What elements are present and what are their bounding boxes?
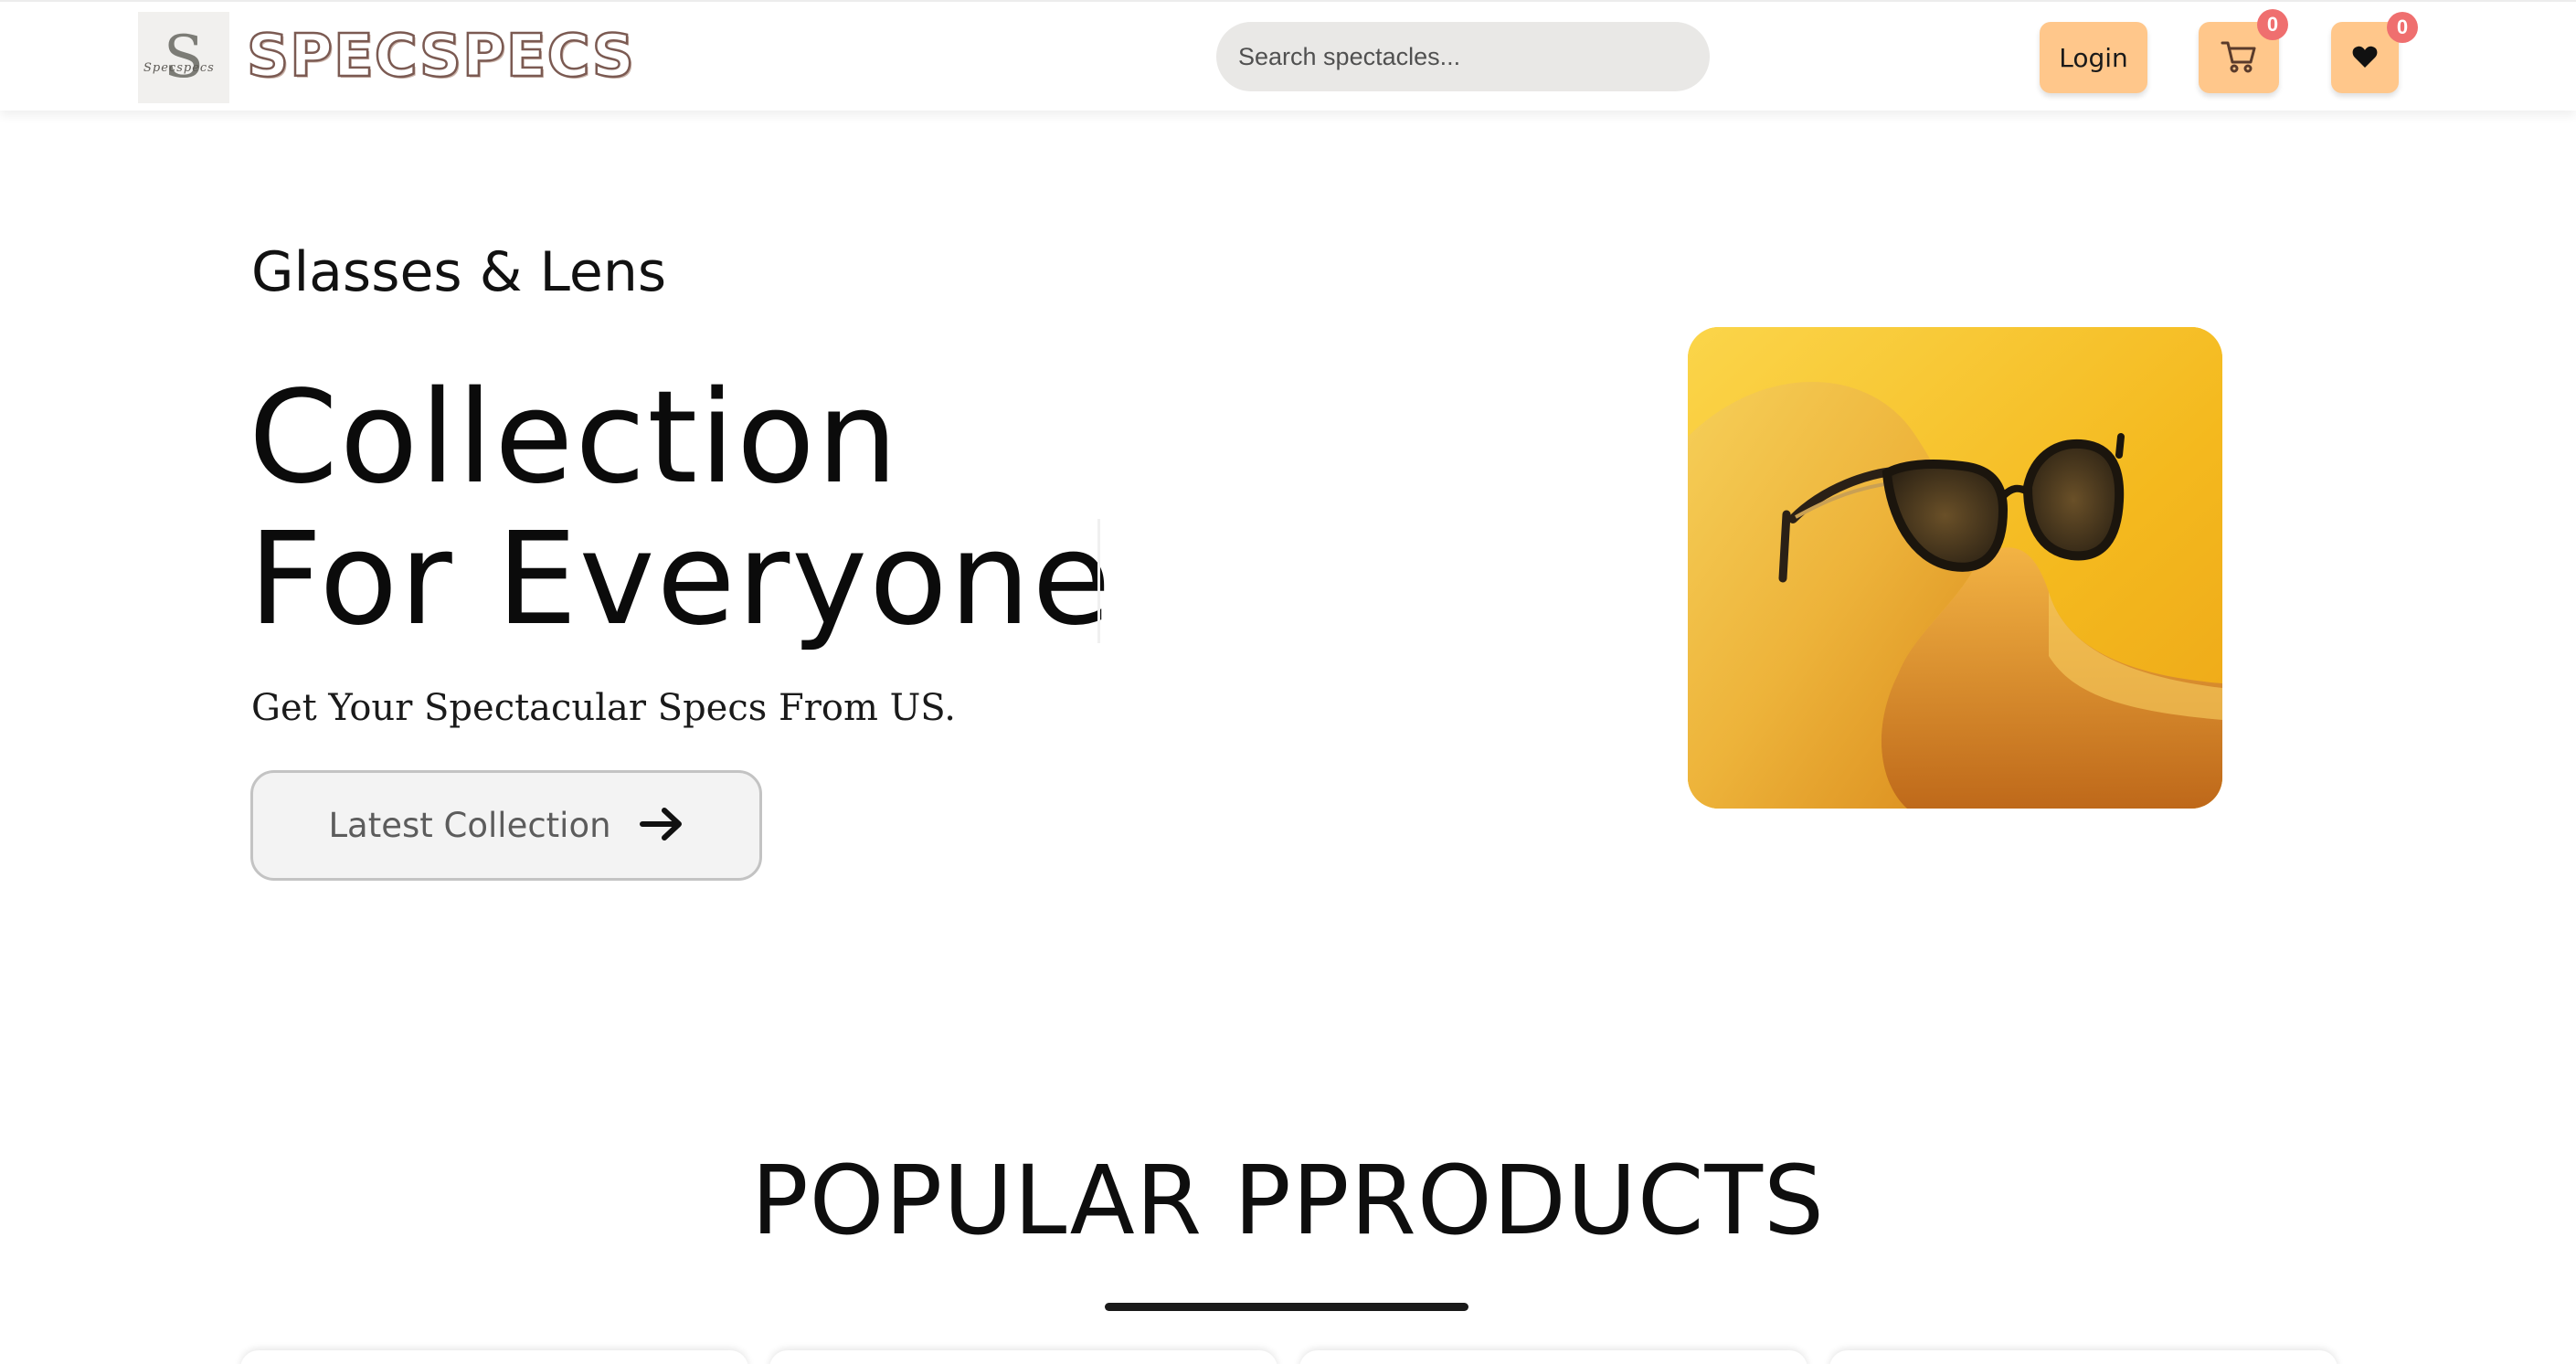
site-header: S Specspecs SPECSPECS Login 0 0 [0,0,2576,111]
heading-underline [1105,1303,1468,1311]
product-card[interactable] [769,1350,1277,1364]
hero-eyebrow: Glasses & Lens [251,240,667,304]
cart-count-badge: 0 [2257,9,2288,40]
brand-wordmark[interactable]: SPECSPECS [246,22,635,92]
typing-caret [1097,519,1100,643]
product-card[interactable] [1829,1350,2337,1364]
wishlist-count-badge: 0 [2387,12,2418,43]
hero-title-line-2: For Everyone [249,505,1113,654]
latest-collection-button[interactable]: Latest Collection [250,770,762,881]
hero-subtitle: Get Your Spectacular Specs From US. [251,687,956,729]
popular-products-heading: POPULAR PPRODUCTS [750,1145,1826,1256]
hero-sunglasses-image [1688,327,2222,809]
arrow-right-icon [639,806,684,845]
product-card[interactable] [240,1350,748,1364]
logo-letter: S [164,24,204,91]
hero-title-line-1: Collection [249,364,900,513]
logo-script-text: Specspecs [143,61,215,75]
search-input[interactable] [1216,22,1710,91]
hero-title: Collection For Everyone [249,367,1113,650]
latest-collection-label: Latest Collection [328,806,611,845]
page: S Specspecs SPECSPECS Login 0 0 [0,0,2576,1364]
brand-logo-mark[interactable]: S Specspecs [138,12,229,103]
cart-icon [2221,39,2257,77]
heart-icon [2352,45,2378,71]
login-button[interactable]: Login [2040,22,2147,93]
product-card[interactable] [1299,1350,1807,1364]
